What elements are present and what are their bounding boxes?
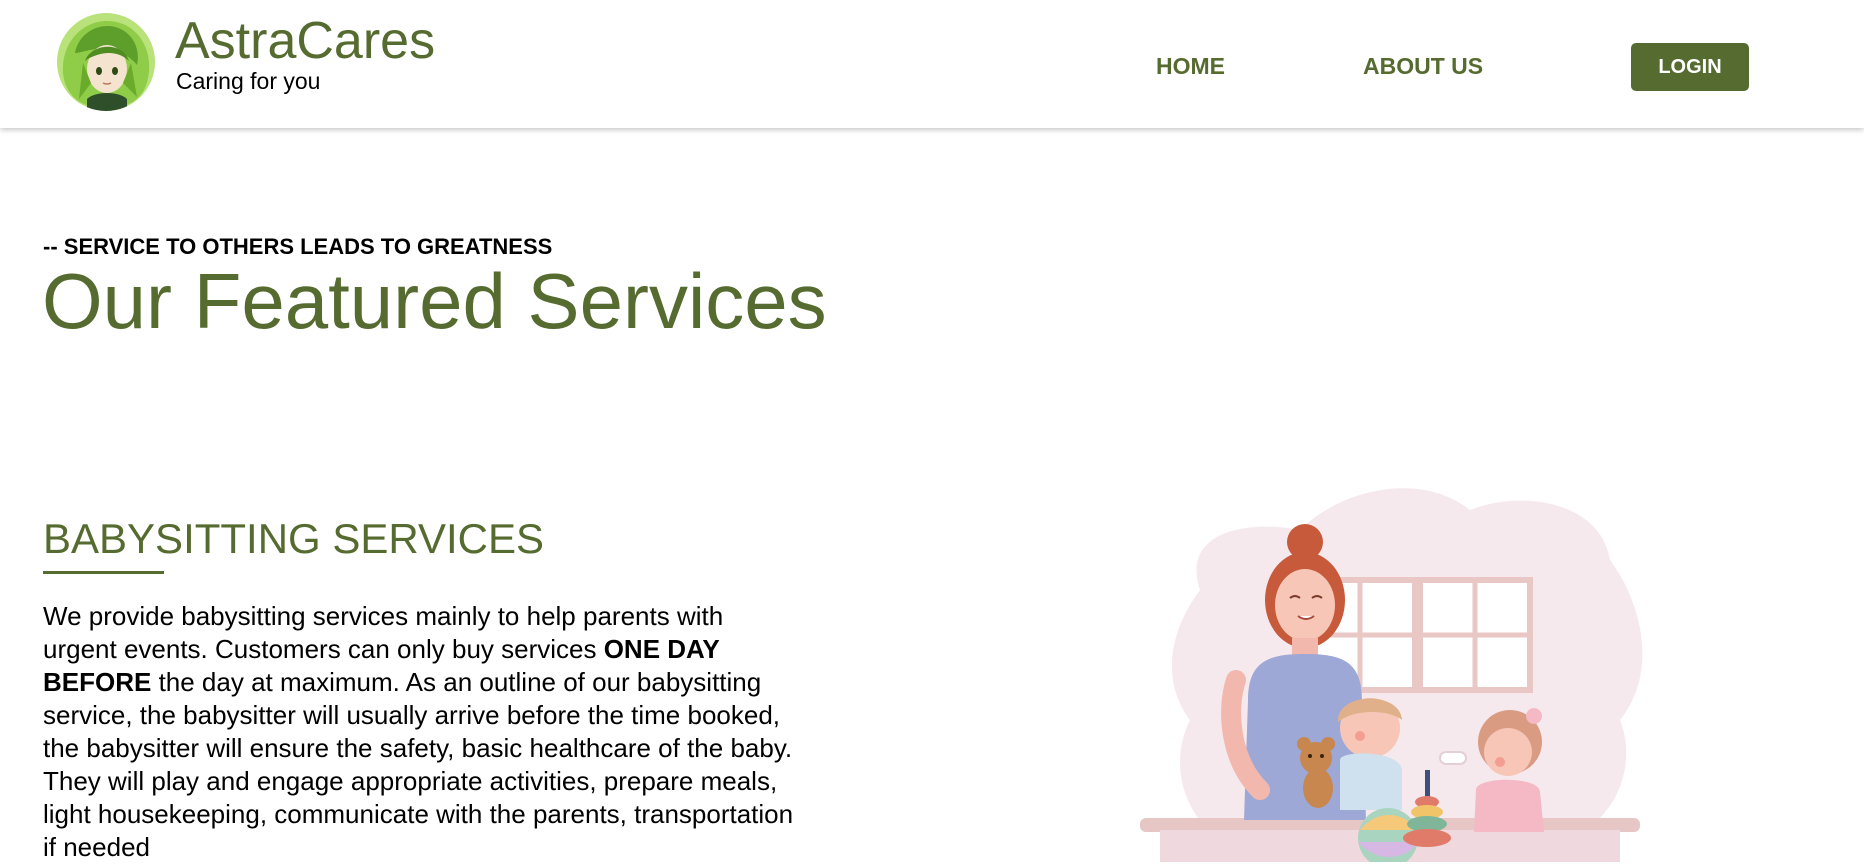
nav-home-link[interactable]: HOME: [1156, 55, 1225, 78]
navbar: AstraCares Caring for you HOME ABOUT US …: [0, 0, 1864, 128]
page-title: Our Featured Services: [42, 257, 827, 345]
logo-avatar-icon[interactable]: [57, 13, 155, 111]
nav-about-us-link[interactable]: ABOUT US: [1363, 55, 1483, 78]
section-eyebrow: -- SERVICE TO OTHERS LEADS TO GREATNESS: [43, 234, 553, 259]
brand-tagline: Caring for you: [176, 68, 321, 94]
login-button[interactable]: LOGIN: [1631, 43, 1749, 91]
brand-name[interactable]: AstraCares: [175, 15, 435, 67]
service-heading: BABYSITTING SERVICES: [43, 515, 545, 562]
service-description: We provide babysitting services mainly t…: [43, 600, 803, 864]
babysitter-illustration-icon: [1140, 470, 1650, 867]
heading-underline: [43, 571, 164, 574]
service-description-part2: the day at maximum. As an outline of our…: [43, 667, 794, 862]
